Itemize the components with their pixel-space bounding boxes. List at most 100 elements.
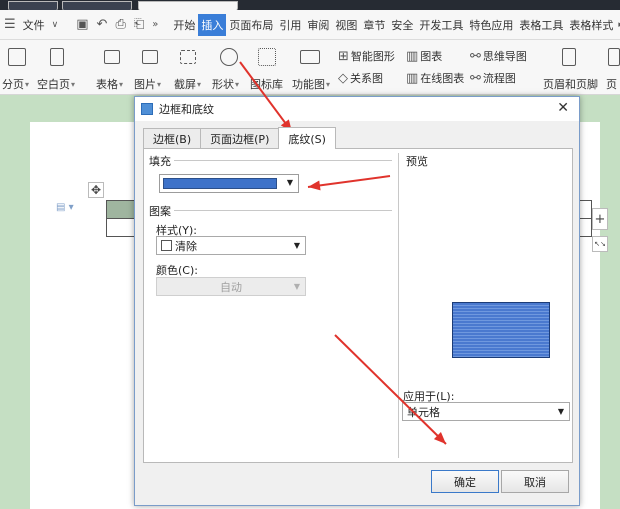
page-break-button[interactable]: 分页 ▾ [2,76,29,92]
shading-preview [452,302,550,358]
apply-to-select[interactable]: 单元格 ▼ [402,402,570,421]
table-button[interactable]: 表格 ▾ [96,76,123,92]
picture-label: 图片 [134,78,156,91]
add-column-button[interactable]: + [592,208,608,230]
menu-reference[interactable]: 引用 [276,17,304,33]
menu-file[interactable]: 文件 [20,17,48,33]
flowchart-label: 流程图 [482,72,516,85]
tab-shading-label: 底纹(S) [288,132,326,146]
icon-library-label: 图标库 [250,78,283,91]
preview-icon[interactable]: ⎗ [130,17,148,32]
clear-swatch-icon [161,240,172,251]
blank-page-button[interactable]: 空白页 ▾ [37,76,75,92]
menu-view[interactable]: 视图 [332,17,360,33]
flowchart-button[interactable]: ⚯ 流程图 [470,70,516,86]
menu-security[interactable]: 安全 [388,17,416,33]
dropdown-arrow-icon: ▾ [197,79,202,89]
undo-icon[interactable]: ↶ [93,17,112,32]
menu-page-layout[interactable]: 页面布局 [226,17,276,33]
borders-shading-dialog: 边框和底纹 ✕ 边框(B) 页面边框(P) 底纹(S) 填充 ▼ 图案 样式(Y… [134,96,580,506]
tab-page-borders[interactable]: 页面边框(P) [200,128,280,149]
table-cell[interactable] [578,218,592,237]
menu-section[interactable]: 章节 [360,17,388,33]
screenshot-icon[interactable] [180,50,196,64]
dropdown-arrow-icon: ▾ [119,79,124,89]
fill-group-label: 填充 [149,155,171,168]
shape-button[interactable]: 形状 ▾ [212,76,239,92]
blank-page-label: 空白页 [37,78,70,91]
save-icon[interactable]: ▣ [72,17,92,32]
function-chart-icon[interactable] [300,50,320,64]
close-icon[interactable]: ✕ [557,100,569,116]
screenshot-button[interactable]: 截屏 ▾ [174,76,201,92]
menu-table-tools[interactable]: 表格工具 [516,17,566,33]
page-break-label: 分页 [2,78,24,91]
smart-art-button[interactable]: ⊞ 智能图形 [338,48,395,64]
fill-color-picker[interactable]: ▼ [159,174,299,193]
hamburger-icon[interactable]: ☰ [0,17,20,32]
table-cell[interactable] [106,218,136,237]
print-icon[interactable]: ⎙ [111,17,129,32]
chevron-down-icon[interactable]: ∨ [48,20,63,30]
dropdown-arrow-icon: ▼ [293,241,300,250]
dropdown-arrow-icon: ▼ [293,282,300,291]
tab-page-borders-label: 页面边框(P) [210,133,270,146]
blank-page-icon[interactable] [50,48,64,66]
picture-icon[interactable] [142,50,158,64]
paragraph-icon[interactable]: ▤ ▾ [56,202,74,213]
ok-button[interactable]: 确定 [431,470,499,493]
table-cell[interactable] [106,200,136,219]
pattern-color-select[interactable]: 自动 ▼ [156,277,306,296]
menu-review[interactable]: 审阅 [304,17,332,33]
dropdown-arrow-icon: ▾ [235,79,240,89]
relation-chart-label: 关系图 [350,72,383,85]
chart-button[interactable]: ▥ 图表 [406,48,442,64]
screenshot-label: 截屏 [174,78,196,91]
menu-bar: ☰ 文件 ∨ ▣ ↶ ⎙ ⎗ » 开始 插入 页面布局 引用 审阅 视图 章节 … [0,10,620,40]
dropdown-arrow-icon: ▾ [25,79,30,89]
function-chart-label: 功能图 [292,78,325,91]
menu-start[interactable]: 开始 [170,17,198,33]
icon-library-button[interactable]: 图标库 [250,76,283,92]
icon-library-icon[interactable] [258,48,276,66]
smart-art-label: 智能图形 [350,50,395,63]
table-cell[interactable] [578,200,592,219]
more-icon[interactable]: » [148,19,162,30]
header-footer-button[interactable]: 页眉和页脚 [543,76,598,92]
dialog-tabs: 边框(B) 页面边框(P) 底纹(S) [143,127,336,149]
menu-dev-tools[interactable]: 开发工具 [416,17,466,33]
table-icon[interactable] [104,50,120,64]
app-icon [141,103,153,115]
expand-icon[interactable]: ↖↘ [592,236,608,252]
menu-insert[interactable]: 插入 [198,13,227,36]
dropdown-arrow-icon: ▾ [71,79,76,89]
dialog-titlebar[interactable]: 边框和底纹 ✕ [135,97,579,121]
scroll-right-icon[interactable]: ▸ [616,20,620,30]
header-footer-icon[interactable] [562,48,576,66]
tab-shading[interactable]: 底纹(S) [278,127,336,149]
menu-table-style[interactable]: 表格样式 [566,17,616,33]
divider [174,160,392,161]
page-break-icon[interactable] [8,48,26,66]
online-chart-button[interactable]: ▥ 在线图表 [406,70,464,86]
mind-map-icon: ⚯ [470,48,481,64]
flowchart-icon: ⚯ [470,70,481,86]
menu-features[interactable]: 特色应用 [466,17,516,33]
divider [398,153,399,458]
page-number-button[interactable]: 页 [606,76,617,92]
dropdown-arrow-icon: ▼ [557,407,564,416]
page-number-icon[interactable] [608,48,620,66]
cancel-button[interactable]: 取消 [501,470,569,493]
relation-chart-button[interactable]: ◇ 关系图 [338,70,383,86]
divider [174,210,392,211]
picture-button[interactable]: 图片 ▾ [134,76,161,92]
tab-borders[interactable]: 边框(B) [143,128,202,149]
mind-map-button[interactable]: ⚯ 思维导图 [470,48,527,64]
pattern-style-value: 清除 [175,239,197,253]
apply-to-value: 单元格 [407,405,440,419]
move-table-handle[interactable]: ✥ [88,182,104,198]
shape-icon[interactable] [220,48,238,66]
function-chart-button[interactable]: 功能图 ▾ [292,76,330,92]
pattern-style-select[interactable]: 清除 ▼ [156,236,306,255]
header-footer-label: 页眉和页脚 [543,78,598,91]
